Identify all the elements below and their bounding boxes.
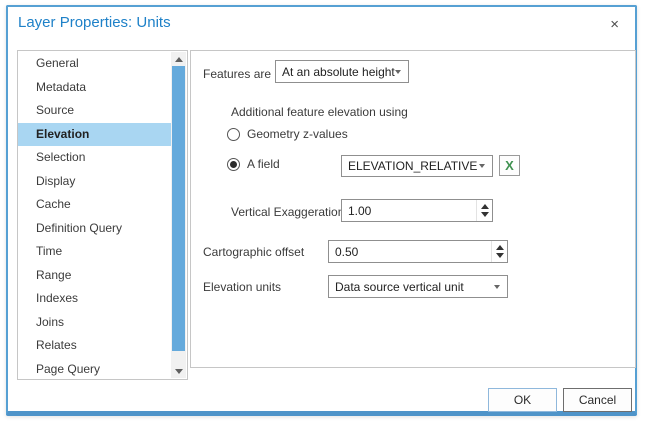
elevation-units-label: Elevation units bbox=[203, 280, 281, 294]
sidebar-item-time[interactable]: Time bbox=[18, 240, 171, 264]
sidebar-item-indexes[interactable]: Indexes bbox=[18, 287, 171, 311]
chevron-down-icon bbox=[494, 285, 500, 289]
cancel-button[interactable]: Cancel bbox=[563, 388, 632, 412]
sidebar-item-range[interactable]: Range bbox=[18, 264, 171, 288]
vertical-exaggeration-value: 1.00 bbox=[348, 204, 371, 218]
spinner-arrows-icon[interactable] bbox=[491, 241, 507, 262]
ok-button[interactable]: OK bbox=[488, 388, 557, 412]
chevron-down-icon bbox=[395, 70, 401, 74]
features-are-dropdown[interactable]: At an absolute height bbox=[275, 60, 409, 83]
sidebar-item-source[interactable]: Source bbox=[18, 99, 171, 123]
sidebar-item-display[interactable]: Display bbox=[18, 170, 171, 194]
sidebar-scrollbar[interactable] bbox=[171, 52, 186, 378]
sidebar-item-definition-query[interactable]: Definition Query bbox=[18, 217, 171, 241]
cartographic-offset-value: 0.50 bbox=[335, 245, 358, 259]
chevron-down-icon bbox=[479, 164, 485, 168]
dialog-title: Layer Properties: Units bbox=[18, 14, 171, 31]
sidebar-item-cache[interactable]: Cache bbox=[18, 193, 171, 217]
expression-x-icon: X bbox=[505, 158, 514, 173]
sidebar-item-page-query[interactable]: Page Query bbox=[18, 358, 171, 381]
cartographic-offset-label: Cartographic offset bbox=[203, 245, 304, 259]
properties-category-list: General Metadata Source Elevation Select… bbox=[17, 50, 188, 380]
sidebar-item-elevation[interactable]: Elevation bbox=[18, 123, 171, 147]
radio-geometry-z-values[interactable]: Geometry z-values bbox=[227, 127, 348, 141]
elevation-settings-panel: Features are At an absolute height Addit… bbox=[190, 50, 636, 368]
radio-checked-icon bbox=[227, 158, 240, 171]
sidebar-item-selection[interactable]: Selection bbox=[18, 146, 171, 170]
layer-properties-dialog: Layer Properties: Units × General Metada… bbox=[6, 5, 637, 416]
radio-field-label: A field bbox=[247, 157, 280, 171]
scrollbar-thumb[interactable] bbox=[172, 66, 185, 351]
sidebar-item-relates[interactable]: Relates bbox=[18, 334, 171, 358]
elevation-units-value: Data source vertical unit bbox=[335, 280, 464, 294]
features-are-value: At an absolute height bbox=[282, 65, 395, 79]
scroll-down-icon[interactable] bbox=[171, 364, 186, 378]
vertical-exaggeration-label: Vertical Exaggeration bbox=[231, 205, 344, 219]
features-are-label: Features are bbox=[203, 67, 271, 81]
close-icon[interactable]: × bbox=[610, 17, 619, 32]
vertical-exaggeration-input[interactable]: 1.00 bbox=[341, 199, 493, 222]
set-expression-button[interactable]: X bbox=[499, 155, 520, 176]
radio-geometry-label: Geometry z-values bbox=[247, 127, 348, 141]
radio-a-field[interactable]: A field bbox=[227, 157, 280, 171]
elevation-units-dropdown[interactable]: Data source vertical unit bbox=[328, 275, 508, 298]
cartographic-offset-input[interactable]: 0.50 bbox=[328, 240, 508, 263]
field-dropdown-value: ELEVATION_RELATIVE bbox=[348, 159, 477, 173]
spinner-arrows-icon[interactable] bbox=[476, 200, 492, 221]
sidebar-item-general[interactable]: General bbox=[18, 52, 171, 76]
sidebar-item-joins[interactable]: Joins bbox=[18, 311, 171, 335]
scroll-up-icon[interactable] bbox=[171, 52, 186, 66]
sidebar-item-metadata[interactable]: Metadata bbox=[18, 76, 171, 100]
category-items: General Metadata Source Elevation Select… bbox=[18, 52, 171, 380]
additional-elevation-label: Additional feature elevation using bbox=[231, 105, 408, 119]
field-dropdown[interactable]: ELEVATION_RELATIVE bbox=[341, 155, 493, 177]
radio-unchecked-icon bbox=[227, 128, 240, 141]
